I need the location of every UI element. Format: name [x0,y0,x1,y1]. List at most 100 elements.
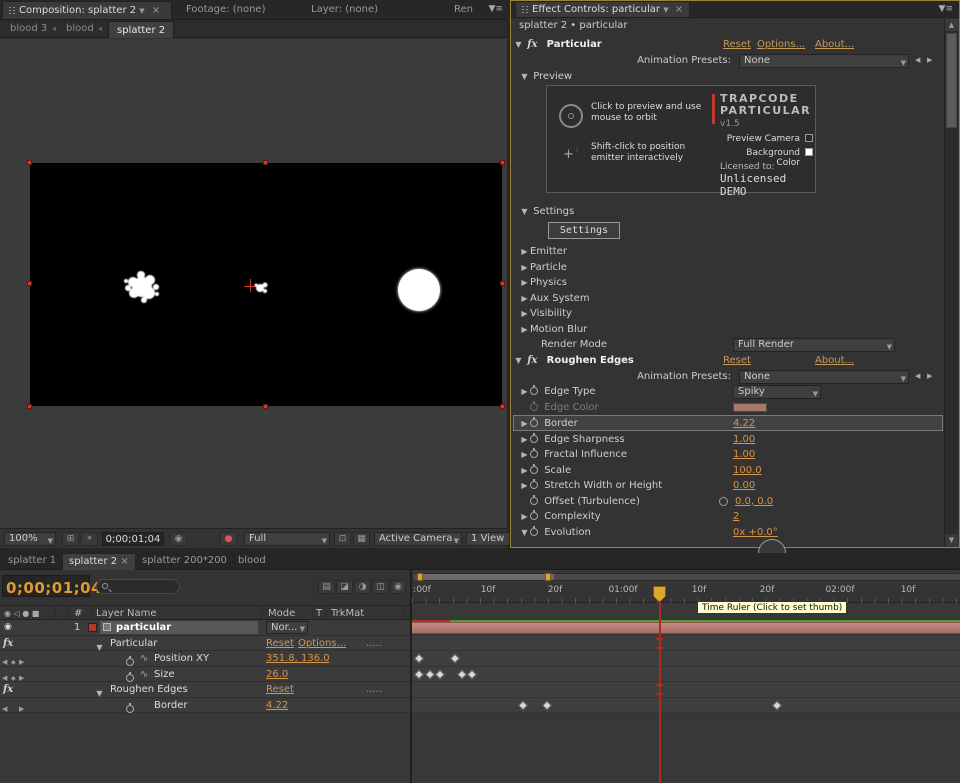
comp-viewer[interactable] [0,39,507,528]
stopwatch-icon[interactable] [530,481,538,489]
border-value[interactable]: 4.22 [733,416,755,431]
reset-link[interactable]: Reset [723,353,751,368]
group-motion-blur[interactable]: ▶Motion Blur [513,322,943,337]
keyframe-icon[interactable] [772,700,782,710]
graph-icon[interactable]: ∿ [140,651,148,667]
draft-3d-icon[interactable]: ◪ [336,580,353,594]
property-row-position[interactable]: ◀ ◆ ▶ ∿ Position XY 351.8, 136.0 [0,651,410,667]
group-physics[interactable]: ▶Physics [513,275,943,290]
time-navigator[interactable] [412,573,960,581]
twirl-right-icon[interactable]: ▶ [519,509,530,524]
current-time-indicator[interactable] [659,602,661,783]
stopwatch-icon[interactable] [530,419,538,427]
twirl-right-icon[interactable]: ▶ [519,291,530,306]
viewer-tab-blood[interactable]: blood [66,20,94,37]
settings-group-header[interactable]: ▼ Settings [513,204,943,219]
navigator-start-handle[interactable] [417,573,423,581]
mask-visibility-icon[interactable]: ⌖ [81,532,98,546]
keyframe-icon[interactable] [518,700,528,710]
keyframe-icon[interactable] [450,654,460,664]
options-link[interactable]: Options... [757,37,805,52]
chevron-down-icon[interactable]: ▼ [139,7,144,15]
prev-keyframe-icon[interactable]: ◀ [2,702,7,718]
options-link[interactable]: Options... [298,636,346,652]
layer-name[interactable]: particular [116,620,171,636]
ec-scrollbar[interactable]: ▲ ▼ [944,19,958,546]
layer-duration-bar[interactable] [412,622,960,634]
next-preset-icon[interactable]: ▶ [927,369,932,384]
group-aux-system[interactable]: ▶Aux System [513,291,943,306]
scale-value[interactable]: 100.0 [733,463,762,478]
twirl-right-icon[interactable]: ▶ [519,447,530,462]
property-row-size[interactable]: ◀ ◆ ▶ ∿ Size 26.0 [0,667,410,683]
border-value[interactable]: 4.22 [266,698,288,714]
selection-handle[interactable] [500,281,505,286]
twirl-right-icon[interactable]: ▶ [519,384,530,399]
twirl-right-icon[interactable]: ▶ [519,478,530,493]
selection-handle[interactable] [263,160,268,165]
tab-layer[interactable]: Layer: (none) [305,1,384,19]
presets-select[interactable]: None▼ [739,370,909,384]
twirl-right-icon[interactable]: ▶ [519,260,530,275]
keyframe-icon[interactable] [425,669,435,679]
tab-footage[interactable]: Footage: (none) [180,1,271,19]
settings-button[interactable]: Settings [548,222,620,239]
stopwatch-icon[interactable] [126,705,134,713]
twirl-right-icon[interactable]: ▶ [519,432,530,447]
selection-handle[interactable] [27,404,32,409]
stopwatch-icon[interactable] [530,435,538,443]
close-icon[interactable]: × [120,556,128,567]
keyframe-icon[interactable] [414,669,424,679]
twirl-down-icon[interactable]: ▼ [519,525,530,540]
property-label[interactable]: Position XY [154,651,209,667]
timeline-tab-splatter2[interactable]: splatter 2 × [62,553,136,570]
reset-link[interactable]: Reset [266,682,294,698]
keyframe-icon[interactable] [435,669,445,679]
border-keyframe-track[interactable] [412,698,960,714]
shy-layers-icon[interactable]: ◑ [354,580,371,594]
reset-link[interactable]: Reset [266,636,294,652]
position-value[interactable]: 351.8, 136.0 [266,651,330,667]
close-icon[interactable]: × [675,4,683,15]
scroll-up-icon[interactable]: ▲ [945,19,958,31]
reset-link[interactable]: Reset [723,37,751,52]
edge-sharpness-value[interactable]: 1.00 [733,432,755,447]
twirl-down-icon[interactable]: ▼ [513,353,524,368]
effect-group-label[interactable]: Particular [110,636,157,652]
about-link[interactable]: About... [815,353,854,368]
twirl-right-icon[interactable]: ▶ [519,275,530,290]
complexity-value[interactable]: 2 [733,509,739,524]
border-row-selected[interactable]: ▶ Border 4.22 [513,415,943,431]
fx-roughen-header[interactable]: ▼ fx Roughen Edges Reset About... [513,353,943,368]
selection-handle[interactable] [500,404,505,409]
twirl-down-icon[interactable]: ▼ [513,37,524,52]
offset-value[interactable]: 0.0, 0.0 [735,494,773,509]
stopwatch-icon[interactable] [530,450,538,458]
tab-effect-controls[interactable]: Effect Controls: particular ▼ × [515,1,690,17]
effect-title[interactable]: Particular [547,39,602,50]
selection-handle[interactable] [27,160,32,165]
preview-group-header[interactable]: ▼ Preview [513,69,943,84]
next-keyframe-icon[interactable]: ▶ [19,702,24,718]
particular-preview-box[interactable]: Click to preview and use mouse to orbit … [546,85,816,193]
size-keyframe-track[interactable] [412,667,960,683]
timeline-tab-splatter200[interactable]: splatter 200*200 [136,553,233,569]
keyframe-icon[interactable] [542,700,552,710]
region-of-interest-icon[interactable]: ⊡ [334,532,351,546]
keyframe-icon[interactable] [457,669,467,679]
twirl-right-icon[interactable]: ▶ [519,463,530,478]
selection-handle[interactable] [27,281,32,286]
presets-select[interactable]: None▼ [739,54,909,68]
search-input[interactable] [96,579,180,594]
stretch-value[interactable]: 0.00 [733,478,755,493]
tab-composition[interactable]: Composition: splatter 2 ▼ × [2,1,172,19]
stopwatch-icon[interactable] [530,528,538,536]
eye-icon[interactable]: ◉ [4,620,12,636]
timeline-tab-blood[interactable]: blood [232,553,272,569]
close-icon[interactable]: × [152,5,160,16]
edge-type-select[interactable]: Spiky▼ [733,385,821,399]
position-keyframe-track[interactable] [412,651,960,667]
layer-track[interactable] [412,620,960,636]
twirl-right-icon[interactable]: ▶ [519,322,530,337]
graph-icon[interactable]: ∿ [140,667,148,683]
